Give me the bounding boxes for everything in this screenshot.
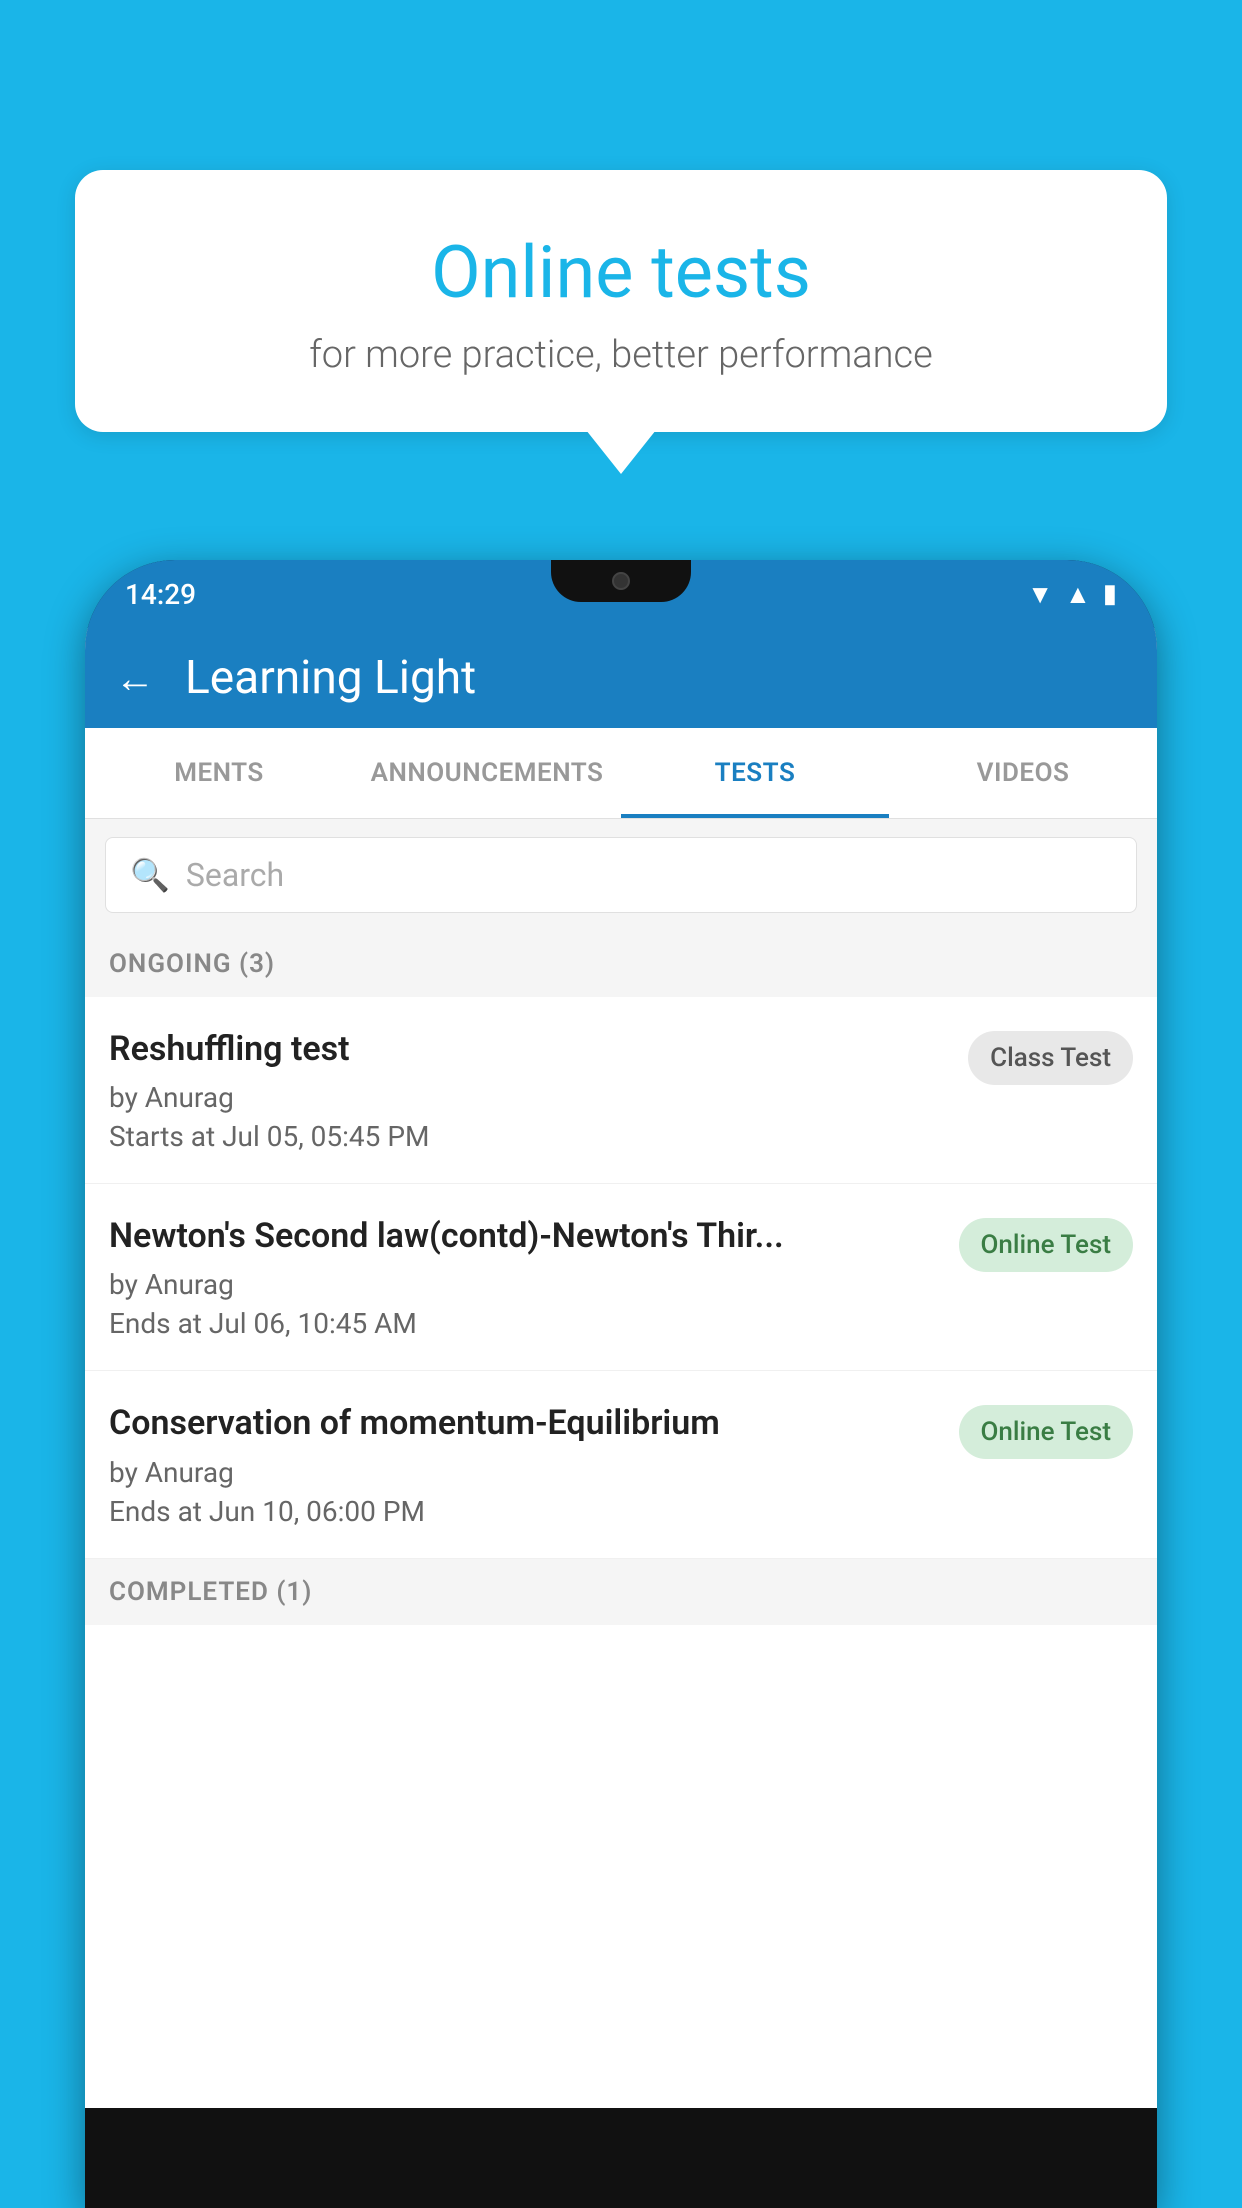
test-item-1-badge: Class Test [968,1031,1133,1085]
camera [612,572,630,590]
test-item-3-title: Conservation of momentum-Equilibrium [109,1401,939,1445]
test-item-3-time: Ends at Jun 10, 06:00 PM [109,1495,939,1528]
ongoing-section-header: ONGOING (3) [85,931,1157,997]
tabs-container: MENTS ANNOUNCEMENTS TESTS VIDEOS [85,728,1157,819]
test-item-2-title: Newton's Second law(contd)-Newton's Thir… [109,1214,939,1258]
app-bar: ← Learning Light [85,628,1157,728]
tab-announcements[interactable]: ANNOUNCEMENTS [353,728,621,818]
test-item-1-title: Reshuffling test [109,1027,948,1071]
phone-frame: 14:29 ▼ ▲ ▮ ← Learning Light MENTS ANNOU… [85,560,1157,2208]
tab-tests[interactable]: TESTS [621,728,889,818]
search-placeholder: Search [186,856,284,894]
test-item-2-author: by Anurag [109,1268,939,1301]
phone-screen: ← Learning Light MENTS ANNOUNCEMENTS TES… [85,628,1157,2108]
search-input-wrap[interactable]: 🔍 Search [105,837,1137,913]
test-item-2-content: Newton's Second law(contd)-Newton's Thir… [109,1214,959,1340]
signal-icon: ▲ [1065,579,1091,610]
search-icon: 🔍 [130,856,170,894]
test-item-2[interactable]: Newton's Second law(contd)-Newton's Thir… [85,1184,1157,1371]
status-bar: 14:29 ▼ ▲ ▮ [85,560,1157,628]
test-item-2-time: Ends at Jul 06, 10:45 AM [109,1307,939,1340]
test-item-1-content: Reshuffling test by Anurag Starts at Jul… [109,1027,968,1153]
back-button[interactable]: ← [115,655,155,702]
test-item-1[interactable]: Reshuffling test by Anurag Starts at Jul… [85,997,1157,1184]
speech-bubble-subtitle: for more practice, better performance [115,333,1127,377]
test-item-3-content: Conservation of momentum-Equilibrium by … [109,1401,959,1527]
notch [551,560,691,602]
test-item-2-badge: Online Test [959,1218,1134,1272]
battery-icon: ▮ [1103,579,1117,609]
test-item-3[interactable]: Conservation of momentum-Equilibrium by … [85,1371,1157,1558]
test-item-1-author: by Anurag [109,1081,948,1114]
test-item-3-author: by Anurag [109,1456,939,1489]
speech-bubble-title: Online tests [115,230,1127,315]
test-item-1-time: Starts at Jul 05, 05:45 PM [109,1120,948,1153]
app-bar-title: Learning Light [185,651,476,705]
completed-section-header: COMPLETED (1) [85,1559,1157,1625]
status-time: 14:29 [125,578,196,611]
tab-videos[interactable]: VIDEOS [889,728,1157,818]
test-item-3-badge: Online Test [959,1405,1134,1459]
status-icons: ▼ ▲ ▮ [1027,579,1117,610]
wifi-icon: ▼ [1027,579,1053,610]
search-container: 🔍 Search [85,819,1157,931]
speech-bubble: Online tests for more practice, better p… [75,170,1167,432]
tab-ments[interactable]: MENTS [85,728,353,818]
